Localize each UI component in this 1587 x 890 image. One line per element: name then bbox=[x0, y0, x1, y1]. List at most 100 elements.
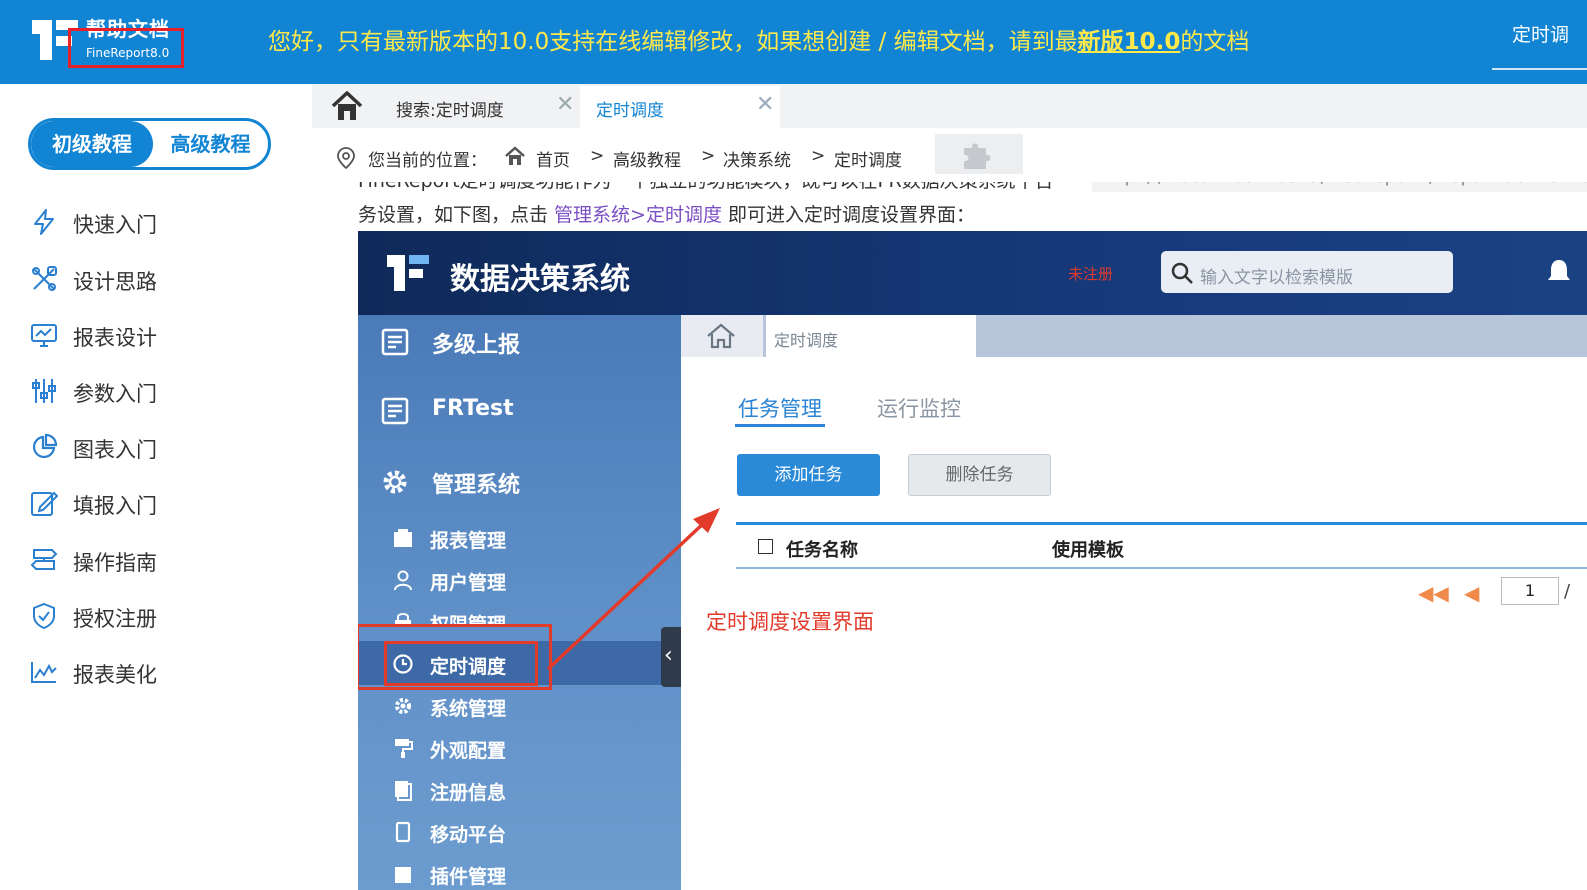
sidebar-item-guide[interactable]: 操作指南 bbox=[30, 540, 290, 580]
sidebar-item-report-design[interactable]: 报表设计 bbox=[30, 315, 290, 355]
puzzle-icon bbox=[964, 143, 991, 169]
annotation-box-inner bbox=[384, 641, 538, 686]
line-chart-icon bbox=[31, 662, 57, 683]
header-right-link[interactable]: 定时调 bbox=[1512, 20, 1569, 47]
shot-table-top-border bbox=[736, 522, 1587, 525]
shot-menu-frtest: FRTest bbox=[380, 390, 680, 430]
shot-tab-label: 定时调度 bbox=[774, 331, 839, 350]
banner-link-new-version[interactable]: 新版10.0 bbox=[1078, 29, 1181, 55]
breadcrumb-decision-system[interactable]: 决策系统 bbox=[723, 146, 791, 171]
shot-title: 数据决策系统 bbox=[450, 262, 630, 297]
level-advanced-button[interactable]: 高级教程 bbox=[153, 121, 268, 167]
sidebar-item-label: 填报入门 bbox=[73, 494, 157, 518]
close-icon[interactable]: ✕ bbox=[756, 92, 774, 117]
shot-subtab-underline bbox=[735, 424, 825, 427]
tab-schedule[interactable]: 定时调度 ✕ bbox=[580, 86, 780, 128]
shot-page-separator: / bbox=[1564, 581, 1571, 602]
shot-add-task-button: 添加任务 bbox=[737, 454, 880, 496]
banner-text: 您好，只有最新版本的10.0支持在线编辑修改，如果想创建 / 编辑文档，请到最 bbox=[268, 29, 1078, 55]
version-highlight-box bbox=[68, 28, 184, 68]
sliders-icon bbox=[32, 379, 56, 403]
shot-submenu-label: 权限管理 bbox=[430, 614, 507, 625]
sidebar-item-label: 参数入门 bbox=[73, 382, 157, 406]
shot-column-task-name: 任务名称 bbox=[786, 540, 858, 561]
banner-text-suffix: 的文档 bbox=[1180, 29, 1250, 55]
lock-icon bbox=[395, 613, 411, 625]
sidebar-item-label: 报表美化 bbox=[73, 663, 157, 687]
shot-unregistered-label: 未注册 bbox=[1068, 265, 1114, 283]
close-icon[interactable]: ✕ bbox=[556, 92, 574, 117]
sidebar-item-label: 图表入门 bbox=[73, 438, 157, 462]
version-banner: 您好，只有最新版本的10.0支持在线编辑修改，如果想创建 / 编辑文档，请到最新… bbox=[268, 22, 1249, 56]
breadcrumb-separator: > bbox=[701, 146, 716, 166]
report-icon bbox=[381, 397, 409, 425]
shot-submenu-label: 外观配置 bbox=[430, 740, 507, 762]
report-icon bbox=[381, 328, 409, 356]
breadcrumb-prefix: 您当前的位置： bbox=[368, 151, 487, 171]
shot-menu-label: 管理系统 bbox=[432, 473, 521, 498]
sidebar-item-beautify[interactable]: 报表美化 bbox=[30, 652, 290, 692]
home-icon[interactable] bbox=[330, 88, 364, 124]
shot-submenu-label: 系统管理 bbox=[430, 698, 507, 720]
search-icon bbox=[1171, 262, 1193, 284]
bell-icon bbox=[1548, 260, 1570, 280]
breadcrumb-current: 定时调度 bbox=[834, 151, 902, 171]
breadcrumb-separator: > bbox=[811, 146, 826, 166]
shot-table-header-border bbox=[736, 567, 1587, 569]
shot-submenu-label: 报表管理 bbox=[430, 530, 507, 552]
level-basic-button[interactable]: 初级教程 bbox=[31, 121, 153, 167]
shot-submenu-report: 报表管理 bbox=[392, 521, 672, 555]
shot-submenu-system: 系统管理 bbox=[392, 689, 672, 723]
shot-submenu-appearance: 外观配置 bbox=[392, 731, 672, 765]
chevron-left-icon: ‹ bbox=[664, 643, 673, 668]
sidebar-item-license[interactable]: 授权注册 bbox=[30, 596, 290, 636]
prev-page-icon: ◀ bbox=[1464, 581, 1480, 605]
edit-icon bbox=[31, 491, 58, 516]
sidebar-item-design-ideas[interactable]: 设计思路 bbox=[30, 259, 290, 299]
sidebar-item-parameters[interactable]: 参数入门 bbox=[30, 371, 290, 411]
shot-tab-schedule: 定时调度 bbox=[766, 315, 976, 357]
shot-submenu-mobile: 移动平台 bbox=[392, 815, 672, 849]
pie-chart-icon bbox=[32, 433, 58, 459]
intro-link[interactable]: 管理系统>定时调度 bbox=[554, 204, 722, 226]
shot-menu-management: 管理系统 bbox=[380, 461, 680, 501]
sidebar-item-charts[interactable]: 图表入门 bbox=[30, 427, 290, 467]
breadcrumb-advanced[interactable]: 高级教程 bbox=[613, 146, 681, 171]
tab-search-schedule[interactable]: 搜索:定时调度 ✕ bbox=[380, 86, 580, 128]
monitor-chart-icon bbox=[31, 324, 57, 347]
intro-text-suffix: 即可进入定时调度设置界面： bbox=[721, 204, 976, 226]
intro-text: 务设置，如下图，点击 bbox=[358, 204, 555, 226]
tab-label: 搜索:定时调度 bbox=[396, 101, 504, 121]
shot-submenu-label: 注册信息 bbox=[430, 782, 507, 804]
shot-submenu-label: 用户管理 bbox=[430, 572, 507, 594]
sidebar-item-label: 设计思路 bbox=[73, 270, 157, 294]
shot-submenu-user: 用户管理 bbox=[392, 563, 672, 597]
shot-menu-label: FRTest bbox=[432, 396, 514, 421]
shot-subtab-monitor: 运行监控 bbox=[877, 397, 961, 421]
gear-icon bbox=[383, 470, 407, 494]
signpost-icon bbox=[30, 549, 58, 570]
sidebar-item-label: 操作指南 bbox=[73, 551, 157, 575]
sidebar-item-label: 授权注册 bbox=[73, 607, 157, 631]
sidebar-item-quick-start[interactable]: 快速入门 bbox=[30, 202, 290, 242]
sidebar-item-label: 快速入门 bbox=[73, 213, 157, 237]
shot-page-input: 1 bbox=[1501, 577, 1559, 605]
breadcrumb-home-icon[interactable] bbox=[504, 145, 526, 167]
shot-submenu-permission: 权限管理 bbox=[392, 605, 672, 625]
shot-menu-multilevel: 多级上报 bbox=[380, 321, 680, 361]
sidebar-item-data-entry[interactable]: 填报入门 bbox=[30, 483, 290, 523]
tab-label: 定时调度 bbox=[596, 101, 664, 121]
shot-subtab-task: 任务管理 bbox=[738, 397, 822, 421]
phone-icon bbox=[395, 821, 411, 843]
home-outline-icon bbox=[707, 323, 735, 349]
header-divider bbox=[1492, 68, 1587, 70]
report-manage-icon bbox=[394, 529, 412, 547]
paint-roller-icon bbox=[395, 739, 413, 758]
document-icon bbox=[395, 781, 412, 801]
breadcrumb-home[interactable]: 首页 bbox=[536, 146, 570, 171]
shield-check-icon bbox=[33, 602, 55, 630]
shot-submenu-label: 插件管理 bbox=[430, 866, 507, 888]
tools-icon bbox=[32, 266, 57, 291]
settings-icon bbox=[395, 698, 411, 714]
shot-menu-label: 多级上报 bbox=[432, 333, 521, 358]
